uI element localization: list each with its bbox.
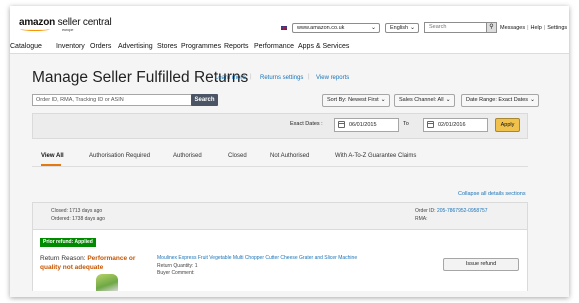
tab-a-to-z-claims[interactable]: With A-To-Z Guarantee Claims <box>335 153 416 159</box>
nav-inventory[interactable]: Inventory <box>56 43 85 50</box>
marketplace-select[interactable]: www.amazon.co.uk ⌄ <box>292 23 380 33</box>
help-link[interactable]: Help <box>531 25 542 31</box>
divider: | <box>308 74 310 80</box>
status-tabs: View All Authorisation Required Authoris… <box>32 147 528 167</box>
order-id: Order ID: 205-7867952-0958757 <box>415 208 488 214</box>
uk-flag-icon <box>280 25 288 31</box>
closed-age: Closed: 1713 days ago <box>51 208 103 214</box>
nav-orders[interactable]: Orders <box>90 43 111 50</box>
return-reason-value-line2: quality not adequate <box>40 264 104 271</box>
nav-advertising[interactable]: Advertising <box>118 43 153 50</box>
product-title-link[interactable]: Moulinex Express Fruit Vegetable Multi C… <box>157 255 357 261</box>
order-id-label: Order ID: <box>415 208 436 214</box>
smile-icon <box>20 27 50 31</box>
chevron-down-icon: ⌄ <box>380 97 386 103</box>
order-header <box>32 202 528 230</box>
language-select[interactable]: English ⌄ <box>385 23 419 33</box>
sort-value: Sort By: Newest First <box>327 97 379 103</box>
divider: | <box>250 74 252 80</box>
tab-authorised[interactable]: Authorised <box>173 153 202 159</box>
settings-link[interactable]: Settings <box>547 25 567 31</box>
date-range-value: Date Range: Exact Dates <box>466 97 529 103</box>
tab-view-all[interactable]: View All <box>41 153 64 159</box>
view-reports-link[interactable]: View reports <box>316 75 349 81</box>
return-reason: Return Reason: Performance or <box>40 255 135 262</box>
nav-reports[interactable]: Reports <box>224 43 249 50</box>
order-id-link[interactable]: 205-7867952-0958757 <box>437 208 488 214</box>
tab-authorisation-required[interactable]: Authorisation Required <box>89 153 150 159</box>
return-quantity: Return Quantity: 1 <box>157 263 198 269</box>
from-date-value: 06/01/2015 <box>349 122 377 128</box>
issue-refund-button[interactable]: Issue refund <box>443 258 519 271</box>
buyer-comment: Buyer Comment: <box>157 270 195 276</box>
rma-label: RMA: <box>415 216 428 222</box>
chevron-down-icon: ⌄ <box>530 97 536 103</box>
chevron-down-icon: ⌄ <box>370 25 376 31</box>
nav-performance[interactable]: Performance <box>254 43 294 50</box>
global-search-input[interactable]: Search <box>424 22 488 33</box>
marketplace-value: www.amazon.co.uk <box>297 25 345 31</box>
exact-dates-label: Exact Dates : <box>290 121 323 127</box>
calendar-icon[interactable] <box>427 121 434 128</box>
to-label: To <box>403 121 409 127</box>
top-header: amazon seller central europe www.amazon.… <box>10 6 569 39</box>
sales-channel-value: Sales Channel: All <box>399 97 444 103</box>
nav-catalogue[interactable]: Catalogue <box>10 43 42 50</box>
sort-dropdown[interactable]: Sort By: Newest First ⌄ <box>322 94 390 107</box>
tab-not-authorised[interactable]: Not Authorised <box>270 153 309 159</box>
main-nav: Catalogue Inventory Orders Advertising S… <box>10 40 569 54</box>
language-value: English <box>390 25 409 31</box>
ordered-age: Ordered: 1738 days ago <box>51 216 105 222</box>
learn-more-link[interactable]: Learn more <box>215 75 246 81</box>
active-tab-indicator <box>41 164 61 166</box>
date-range-dropdown[interactable]: Date Range: Exact Dates ⌄ <box>461 94 540 107</box>
sales-channel-dropdown[interactable]: Sales Channel: All ⌄ <box>394 94 455 107</box>
product-image[interactable] <box>96 274 118 291</box>
tab-closed[interactable]: Closed <box>228 153 247 159</box>
apply-button[interactable]: Apply <box>495 118 520 132</box>
divider: | <box>527 25 529 31</box>
nav-stores[interactable]: Stores <box>157 43 177 50</box>
chevron-down-icon: ⌄ <box>445 97 451 103</box>
search-button[interactable]: Search <box>191 94 218 106</box>
header-links: Messages | Help | Settings <box>500 25 567 31</box>
prior-refund-badge: Prior refund: Applied <box>40 238 96 247</box>
nav-programmes[interactable]: Programmes <box>181 43 221 50</box>
returns-settings-link[interactable]: Returns settings <box>260 75 303 81</box>
to-date-value: 02/01/2016 <box>438 122 466 128</box>
collapse-all-link[interactable]: Collapse all details sections <box>458 191 526 197</box>
return-reason-value: Performance or <box>87 255 136 262</box>
logo-region: europe <box>62 27 74 32</box>
amazon-seller-central-logo[interactable]: amazon seller central europe <box>19 17 112 32</box>
from-date-input[interactable]: 06/01/2015 <box>334 118 399 132</box>
to-date-input[interactable]: 02/01/2016 <box>423 118 488 132</box>
returns-search-input[interactable]: Order ID, RMA, Tracking ID or ASIN <box>32 94 192 106</box>
messages-link[interactable]: Messages <box>500 25 525 31</box>
divider: | <box>543 25 546 31</box>
calendar-icon[interactable] <box>338 121 345 128</box>
return-reason-label: Return Reason: <box>40 255 86 262</box>
search-icon[interactable]: ⚲ <box>486 22 497 33</box>
nav-apps-services[interactable]: Apps & Services <box>298 43 349 50</box>
chevron-down-icon: ⌄ <box>409 25 415 31</box>
